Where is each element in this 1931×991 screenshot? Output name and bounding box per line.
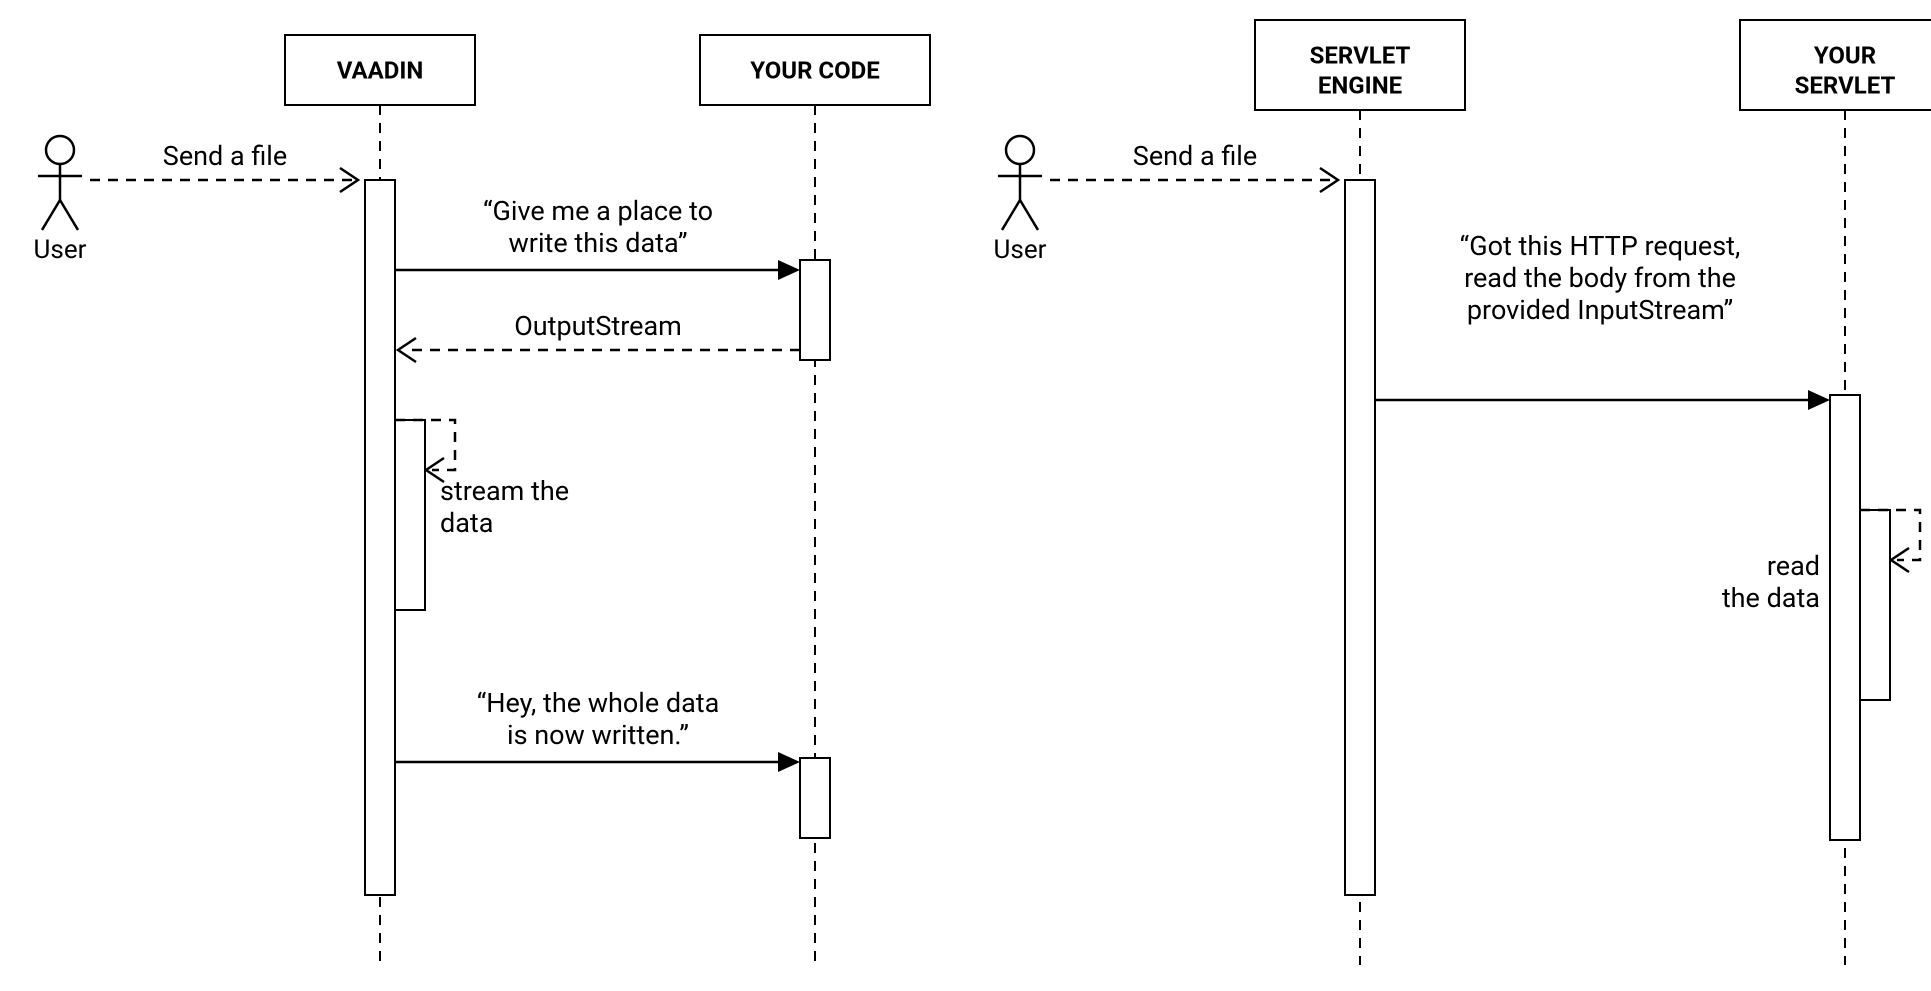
message-outputstream: OutputStream — [398, 310, 800, 362]
activation-vaadin — [365, 180, 395, 895]
activation-yourcode-2 — [800, 758, 830, 838]
svg-text:VAADIN: VAADIN — [337, 56, 424, 84]
svg-text:the data: the data — [1722, 582, 1820, 614]
message-send-file: Send a file — [90, 140, 358, 192]
svg-text:is now written.”: is now written.” — [507, 719, 689, 751]
actor-label: User — [34, 235, 87, 265]
svg-text:stream the: stream the — [440, 475, 569, 507]
diagram-vaadin: User VAADIN YOUR CODE Send a file “Give … — [34, 35, 930, 965]
actor-label: User — [994, 235, 1047, 265]
svg-text:Send a file: Send a file — [163, 140, 287, 172]
svg-text:YOUR CODE: YOUR CODE — [750, 56, 880, 84]
svg-text:write this data”: write this data” — [509, 227, 688, 259]
svg-text:SERVLET: SERVLET — [1310, 41, 1411, 69]
activation-your-servlet — [1830, 395, 1860, 840]
svg-text:“Hey, the whole data: “Hey, the whole data — [477, 687, 720, 719]
svg-text:“Got this HTTP request,: “Got this HTTP request, — [1460, 230, 1741, 262]
activation-servlet-engine — [1345, 180, 1375, 895]
svg-text:YOUR: YOUR — [1814, 41, 1876, 69]
sequence-diagrams: User VAADIN YOUR CODE Send a file “Give … — [0, 0, 1931, 991]
svg-text:data: data — [440, 507, 493, 539]
diagram-servlet: User SERVLET ENGINE YOUR SERVLET Send a … — [994, 20, 1931, 965]
svg-text:OutputStream: OutputStream — [514, 310, 682, 342]
svg-text:provided InputStream”: provided InputStream” — [1467, 294, 1733, 326]
message-data-written: “Hey, the whole data is now written.” — [395, 687, 800, 772]
svg-text:SERVLET: SERVLET — [1795, 71, 1896, 99]
message-give-place: “Give me a place to write this data” — [395, 195, 800, 280]
activation-vaadin-self — [395, 420, 425, 610]
actor-icon — [998, 136, 1042, 230]
activation-yourcode-1 — [800, 260, 830, 360]
activation-your-servlet-self — [1860, 510, 1890, 700]
message-send-file: Send a file — [1050, 140, 1338, 192]
actor-icon — [38, 136, 82, 230]
svg-text:Send a file: Send a file — [1133, 140, 1257, 172]
svg-text:read: read — [1767, 550, 1820, 582]
svg-text:“Give me a place to: “Give me a place to — [483, 195, 713, 227]
svg-text:ENGINE: ENGINE — [1318, 71, 1402, 99]
svg-text:read the body from the: read the body from the — [1464, 262, 1736, 294]
message-got-request: “Got this HTTP request, read the body fr… — [1375, 230, 1830, 410]
